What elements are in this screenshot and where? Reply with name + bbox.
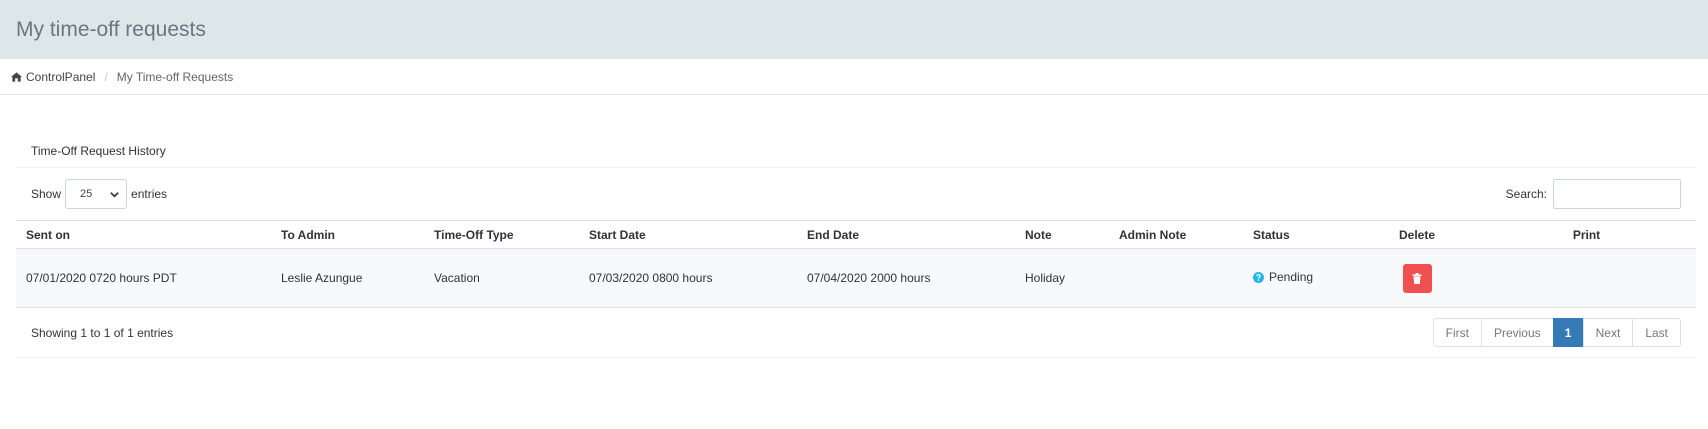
delete-button[interactable] — [1402, 263, 1432, 293]
page-previous-button[interactable]: Previous — [1480, 318, 1554, 347]
pagination: First Previous 1 Next Last — [1432, 318, 1681, 347]
search-label: Search: — [1505, 187, 1547, 201]
table-header-row: Sent on To Admin Time-Off Type Start Dat… — [16, 220, 1696, 249]
show-label: Show — [31, 187, 62, 201]
requests-table: Sent on To Admin Time-Off Type Start Dat… — [16, 220, 1696, 308]
col-header-end-date[interactable]: End Date — [797, 220, 1015, 249]
cell-sent-on: 07/01/2020 0720 hours PDT — [16, 248, 271, 308]
page-title: My time-off requests — [16, 17, 206, 41]
table-footer: Showing 1 to 1 of 1 entries First Previo… — [16, 308, 1696, 358]
cell-end-date: 07/04/2020 2000 hours — [797, 248, 1015, 308]
status-badge: Pending — [1253, 270, 1313, 284]
trash-icon — [1412, 272, 1422, 284]
breadcrumb-current: My Time-off Requests — [116, 69, 234, 84]
page-current-button[interactable]: 1 — [1552, 318, 1584, 347]
cell-delete — [1357, 248, 1477, 308]
page-next-button[interactable]: Next — [1582, 318, 1634, 347]
cell-admin-note — [1109, 248, 1243, 308]
question-circle-icon — [1253, 271, 1264, 283]
cell-type: Vacation — [424, 248, 579, 308]
table-controls: Show 25 entries Search: — [16, 168, 1696, 220]
home-icon — [11, 71, 22, 82]
col-header-admin-note[interactable]: Admin Note — [1109, 220, 1243, 249]
page-last-button[interactable]: Last — [1632, 318, 1681, 347]
col-header-note[interactable]: Note — [1015, 220, 1109, 249]
cell-print — [1477, 248, 1696, 308]
chevron-down-icon — [110, 192, 119, 198]
entries-label: entries — [131, 187, 168, 201]
col-header-delete[interactable]: Delete — [1357, 220, 1477, 249]
col-header-print[interactable]: Print — [1477, 220, 1696, 249]
col-header-start-date[interactable]: Start Date — [579, 220, 797, 249]
entries-length-value: 25 — [80, 188, 93, 200]
panel-title: Time-Off Request History — [16, 135, 1696, 168]
col-header-type[interactable]: Time-Off Type — [424, 220, 579, 249]
breadcrumb-home-link[interactable]: ControlPanel — [11, 70, 95, 84]
page-first-button[interactable]: First — [1432, 318, 1482, 347]
cell-to-admin: Leslie Azungue — [271, 248, 424, 308]
page-header: My time-off requests — [0, 0, 1708, 59]
breadcrumb-home-label: ControlPanel — [26, 69, 96, 84]
request-history-panel: Time-Off Request History Show 25 entries… — [16, 135, 1696, 358]
cell-start-date: 07/03/2020 0800 hours — [579, 248, 797, 308]
entries-length-select[interactable]: 25 — [65, 179, 128, 209]
col-header-to-admin[interactable]: To Admin — [271, 220, 424, 249]
search-control: Search: — [1506, 179, 1681, 209]
table-info: Showing 1 to 1 of 1 entries — [31, 325, 174, 340]
breadcrumb: ControlPanel / My Time-off Requests — [0, 59, 1708, 95]
table-row: 07/01/2020 0720 hours PDT Leslie Azungue… — [16, 248, 1696, 308]
breadcrumb-separator: / — [104, 69, 108, 84]
search-input[interactable] — [1553, 179, 1681, 209]
cell-status: Pending — [1243, 248, 1357, 308]
cell-note: Holiday — [1015, 248, 1109, 308]
entries-length-control: Show 25 entries — [31, 179, 167, 209]
col-header-status[interactable]: Status — [1243, 220, 1357, 249]
status-text: Pending — [1269, 270, 1314, 285]
col-header-sent-on[interactable]: Sent on — [16, 220, 271, 249]
